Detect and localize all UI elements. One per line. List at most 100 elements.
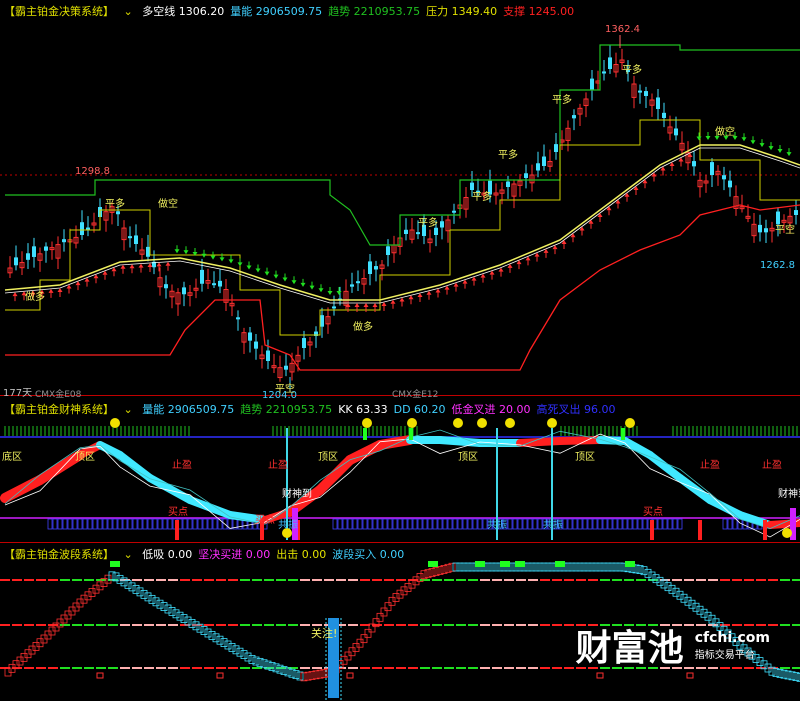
band-box — [456, 562, 464, 572]
candle-body — [416, 232, 420, 235]
volume-box — [412, 518, 418, 530]
band-box — [204, 628, 212, 638]
band-box — [224, 640, 232, 650]
band-box — [160, 602, 168, 611]
band-marker — [515, 561, 525, 567]
volume-box — [402, 518, 408, 530]
volume-box — [632, 518, 638, 530]
candle-body — [536, 163, 540, 171]
osc-signal-label: 止盈 — [762, 459, 782, 471]
volume-box — [582, 518, 588, 530]
candle-body — [62, 239, 66, 243]
volume-box — [397, 518, 403, 530]
band-box — [672, 587, 680, 597]
volume-box — [592, 518, 598, 530]
signal-arrow — [633, 186, 639, 190]
candle-body — [332, 306, 336, 309]
resistance-line — [5, 44, 800, 246]
candle-body — [368, 261, 372, 274]
signal-arrow — [588, 219, 594, 224]
candle-body — [590, 78, 594, 90]
band-box — [660, 579, 668, 589]
candle-body — [200, 269, 204, 284]
osc-signal-label: 共振 — [278, 518, 298, 531]
candle-body — [374, 266, 378, 270]
band-box — [544, 562, 552, 572]
band-box — [132, 584, 140, 594]
signal-arrow — [615, 199, 621, 204]
band-box — [604, 562, 612, 572]
volume-box — [577, 518, 583, 530]
candle-body — [134, 235, 138, 244]
buy-bar — [763, 520, 767, 540]
volume-box — [107, 518, 113, 530]
osc-signal-label: 共振 — [543, 518, 563, 531]
signal-marker — [363, 428, 367, 440]
band-box — [580, 562, 588, 572]
band-box — [548, 562, 556, 572]
smiley-icon — [477, 418, 487, 428]
band-box — [384, 602, 392, 612]
candle-body — [14, 257, 18, 266]
volume-box — [352, 518, 358, 530]
band-box — [528, 562, 536, 572]
band-box — [484, 562, 492, 572]
candle-body — [794, 210, 798, 215]
signal-arrow — [579, 226, 585, 231]
volume-box — [47, 518, 53, 530]
volume-box — [127, 518, 133, 530]
band-box — [184, 616, 192, 626]
watermark: 财富池 cfchi.com 指标交易平台 — [576, 619, 770, 671]
volume-box — [202, 518, 208, 530]
band-bottom-box — [596, 672, 604, 679]
chart-canvas[interactable]: 1298.81362.41204.01262.8做多平多 做空平空做多平多平多平多… — [0, 0, 800, 701]
band-box — [124, 579, 132, 589]
band-box — [664, 582, 672, 592]
band-marker — [555, 561, 565, 567]
band-box — [612, 562, 620, 572]
volume-box — [672, 518, 678, 530]
band-box — [788, 671, 796, 681]
signal-label: 平空 — [275, 382, 295, 395]
candle-body — [758, 224, 762, 233]
band-box — [540, 562, 548, 572]
volume-box — [627, 518, 633, 530]
attention-label: 关注! — [311, 626, 337, 640]
volume-box — [197, 518, 203, 530]
band-box — [452, 562, 460, 572]
band-box — [96, 581, 104, 591]
band-box — [148, 594, 156, 604]
signal-arrow — [138, 263, 144, 268]
band-box — [212, 633, 220, 643]
volume-box — [377, 518, 383, 530]
volume-box — [212, 518, 218, 530]
band-box — [652, 574, 660, 584]
band-bottom-box — [96, 672, 104, 679]
volume-box — [467, 518, 473, 530]
volume-box — [392, 518, 398, 530]
volume-box — [617, 518, 623, 530]
band-box — [376, 612, 384, 622]
candle-body — [542, 156, 546, 166]
price-annotation: 1298.8 — [75, 166, 110, 177]
band-box — [464, 562, 472, 572]
band-box — [588, 562, 596, 572]
band-box — [784, 670, 792, 680]
osc-signal-label: 顶区 — [458, 451, 478, 463]
volume-box — [347, 518, 353, 530]
period-label: CMX金E12 — [392, 388, 438, 400]
candle-body — [320, 315, 324, 327]
band-box — [468, 562, 476, 572]
signal-arrow — [363, 303, 369, 307]
band-box — [600, 562, 608, 572]
candle-body — [116, 211, 120, 215]
band-box — [144, 592, 152, 602]
price-annotation: 1262.8 — [760, 260, 795, 271]
band-box — [680, 593, 688, 603]
volume-box — [97, 518, 103, 530]
candle-body — [644, 91, 648, 96]
candle-body — [554, 144, 558, 152]
signal-marker — [409, 428, 413, 440]
volume-box — [597, 518, 603, 530]
smiley-icon — [505, 418, 515, 428]
